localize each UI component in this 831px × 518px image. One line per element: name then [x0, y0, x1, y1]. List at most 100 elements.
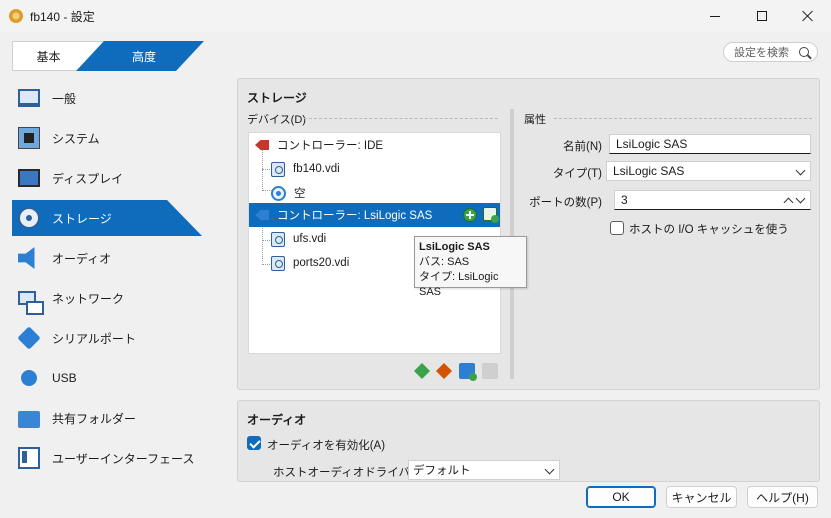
tree-item-label: ports20.vdi	[293, 257, 350, 269]
virtualbox-app-icon	[9, 9, 23, 23]
sidebar-item-label: 共有フォルダー	[52, 411, 137, 426]
tooltip-bus: バス: SAS	[419, 256, 470, 268]
tree-item-label: ufs.vdi	[293, 233, 327, 245]
port-count-label: ポートの数(P)	[529, 197, 602, 209]
controller-tooltip: LsiLogic SAS バス: SAS タイプ: LsiLogic SAS	[414, 236, 527, 298]
tree-item-label: コントローラー: IDE	[277, 140, 384, 152]
spin-down-icon[interactable]	[795, 193, 806, 204]
audio-driver-select[interactable]: デフォルト	[408, 460, 560, 480]
controller-ide-icon	[255, 140, 269, 150]
general-icon	[18, 89, 40, 107]
add-controller-button[interactable]	[414, 363, 430, 379]
tree-item-controller-ide[interactable]: コントローラー: IDE	[249, 133, 500, 157]
network-icon	[18, 291, 44, 315]
sidebar-item-storage[interactable]: ストレージ	[12, 198, 204, 238]
sidebar-item-label: ユーザーインターフェース	[52, 451, 195, 466]
sidebar-item-system[interactable]: システム	[12, 118, 204, 158]
controller-name-field[interactable]: LsiLogic SAS	[609, 134, 811, 154]
sidebar-item-label: ディスプレイ	[52, 171, 124, 186]
chevron-down-icon	[795, 165, 806, 176]
user-interface-icon	[18, 447, 40, 469]
remove-controller-button[interactable]	[436, 363, 452, 379]
enable-audio-checkbox[interactable]	[247, 436, 261, 450]
sidebar-item-shared-folders[interactable]: 共有フォルダー	[12, 398, 204, 438]
audio-panel: オーディオ オーディオを有効化(A) ホストオーディオドライバー(D) デフォル…	[237, 400, 820, 482]
sidebar-item-label: シリアルポート	[52, 331, 136, 346]
window-title: fb140 - 設定	[30, 9, 95, 24]
tree-item-optical-empty[interactable]: 空	[249, 181, 500, 205]
chevron-down-icon	[544, 464, 555, 475]
sidebar-item-label: ストレージ	[52, 211, 112, 226]
tree-item-controller-sas[interactable]: コントローラー: LsiLogic SAS	[249, 203, 500, 227]
remove-attachment-button[interactable]	[482, 363, 498, 379]
controller-type-select[interactable]: LsiLogic SAS	[606, 161, 811, 181]
sidebar-item-network[interactable]: ネットワーク	[12, 278, 204, 318]
close-button[interactable]	[785, 0, 831, 32]
sidebar-item-label: 一般	[52, 91, 77, 106]
storage-section-title: ストレージ	[247, 91, 307, 105]
hard-disk-icon	[271, 255, 285, 271]
cancel-button[interactable]: キャンセル	[666, 486, 737, 508]
mode-switch: 基本 高度	[12, 41, 204, 71]
tree-item-label: fb140.vdi	[293, 163, 340, 175]
minimize-icon	[710, 15, 720, 17]
settings-search-input[interactable]: 設定を検索	[723, 42, 818, 62]
display-icon	[18, 169, 40, 187]
sidebar-item-user-interface[interactable]: ユーザーインターフェース	[12, 438, 204, 478]
enable-audio-label: オーディオを有効化(A)	[267, 440, 386, 452]
spin-up-icon[interactable]	[783, 197, 794, 208]
audio-section-title: オーディオ	[247, 413, 307, 427]
controller-sas-icon	[255, 210, 269, 220]
sidebar-item-label: システム	[52, 131, 100, 146]
controller-name-value: LsiLogic SAS	[616, 137, 688, 151]
title-bar: fb140 - 設定	[0, 0, 831, 32]
shared-folder-icon	[18, 411, 40, 428]
sidebar-item-serial-port[interactable]: シリアルポート	[12, 318, 204, 358]
maximize-button[interactable]	[739, 0, 785, 32]
sidebar-item-label: ネットワーク	[52, 291, 125, 306]
system-icon	[18, 127, 40, 149]
close-icon	[802, 10, 814, 22]
search-placeholder: 設定を検索	[734, 47, 789, 59]
sidebar-item-general[interactable]: 一般	[12, 78, 204, 118]
type-label: タイプ(T)	[552, 168, 602, 180]
ok-button[interactable]: OK	[586, 486, 656, 508]
settings-sidebar: 一般 システム ディスプレイ ストレージ オーディオ ネットワーク シリアルポー…	[12, 78, 204, 478]
add-hard-disk-icon[interactable]	[483, 207, 499, 223]
audio-driver-value: デフォルト	[413, 465, 471, 477]
audio-icon	[18, 247, 35, 269]
port-count-spinbox[interactable]: 3	[614, 190, 811, 210]
sidebar-item-label: オーディオ	[52, 251, 112, 266]
port-count-value: 3	[621, 193, 628, 207]
optical-disc-icon	[271, 185, 286, 201]
storage-panel: ストレージ デバイス(D) コントローラー: IDE fb140.vdi 空 コ…	[237, 78, 820, 390]
usb-icon	[18, 367, 40, 389]
attributes-group-label: 属性	[524, 114, 546, 126]
hard-disk-icon	[271, 161, 285, 177]
add-attachment-button[interactable]	[459, 363, 477, 381]
help-button[interactable]: ヘルプ(H)	[747, 486, 818, 508]
attributes-group-divider	[554, 118, 812, 119]
minimize-button[interactable]	[692, 0, 738, 32]
tooltip-type: タイプ: LsiLogic SAS	[419, 271, 499, 298]
tree-item-label: 空	[294, 188, 306, 200]
hard-disk-icon	[271, 231, 285, 247]
sidebar-item-label: USB	[52, 371, 77, 385]
host-io-cache-label: ホストの I/O キャッシュを使う	[629, 224, 789, 236]
serial-port-icon	[17, 326, 41, 350]
sidebar-item-usb[interactable]: USB	[12, 358, 204, 398]
sidebar-item-audio[interactable]: オーディオ	[12, 238, 204, 278]
devices-group-divider	[304, 118, 498, 119]
sidebar-item-display[interactable]: ディスプレイ	[12, 158, 204, 198]
dialog-button-bar: OK キャンセル ヘルプ(H)	[0, 482, 831, 518]
add-optical-drive-icon[interactable]	[463, 208, 477, 222]
devices-group-label: デバイス(D)	[247, 114, 306, 126]
tree-item-label: コントローラー: LsiLogic SAS	[277, 210, 433, 222]
storage-icon	[18, 207, 40, 229]
tree-item-disk-fb140[interactable]: fb140.vdi	[249, 157, 500, 181]
host-io-cache-checkbox[interactable]	[610, 221, 624, 235]
controller-type-value: LsiLogic SAS	[613, 164, 685, 178]
name-label: 名前(N)	[563, 141, 602, 153]
search-icon[interactable]	[799, 47, 809, 57]
maximize-icon	[757, 11, 767, 21]
